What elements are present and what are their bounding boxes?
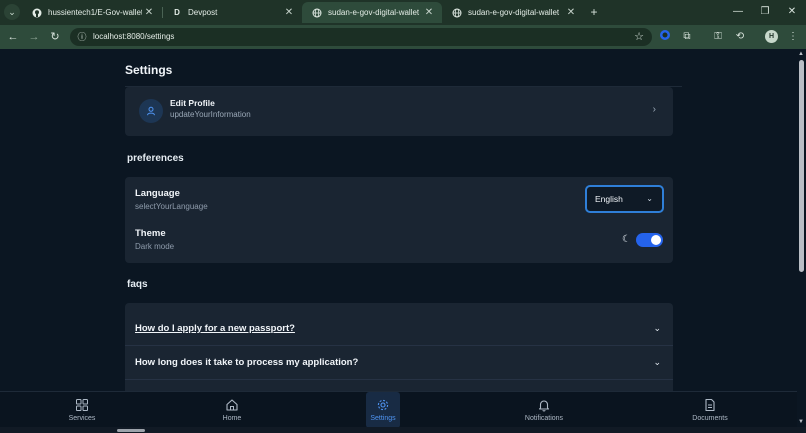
close-tab-icon[interactable]: ✕ [282,7,296,18]
tab-search-icon[interactable]: ⌄ [4,4,20,20]
scroll-down-icon[interactable]: ▼ [798,419,804,425]
document-icon [705,398,715,412]
nav-label: Home [222,415,242,422]
new-tab-button[interactable]: + [587,4,601,20]
home-icon [226,399,238,411]
horizontal-scrollbar-thumb[interactable] [117,429,145,432]
language-select[interactable]: English ⌄ [585,185,664,213]
edit-profile-card[interactable]: Edit Profile updateYourInformation › [125,87,673,136]
tab-wallet[interactable]: sudan-e-gov-digital-wallet ✕ [442,2,584,23]
extensions-puzzle-icon[interactable]: ⧉ [679,29,695,45]
faq-question: How long does it take to process my appl… [135,357,359,368]
scrollbar-thumb[interactable] [799,60,804,272]
nav-home[interactable]: Home [214,392,250,428]
user-icon [139,99,163,123]
tab-github[interactable]: hussientech1/E-Gov-wallet ✕ [22,2,162,23]
grid-icon [76,399,88,411]
faqs-heading: faqs [127,279,148,290]
extension-icon[interactable] [657,29,673,45]
bell-icon [538,400,550,412]
scroll-up-icon[interactable]: ▲ [798,51,804,57]
browser-tab-strip: ⌄ hussientech1/E-Gov-wallet ✕ D Devpost … [0,0,806,25]
theme-label: Theme [135,228,166,239]
browser-toolbar: ← → ↻ ⓘ localhost:8080/settings ☆ ⧉ ⚿ ⟲ … [0,25,806,49]
globe-icon [452,8,462,18]
url-text[interactable]: localhost:8080/settings [93,28,174,46]
preferences-card: Language selectYourLanguage English ⌄ Th… [125,177,673,263]
close-window-icon[interactable]: ✕ [784,4,800,20]
chevron-right-icon: › [652,104,656,115]
restore-icon[interactable]: ❐ [757,4,773,20]
bookmark-star-icon[interactable]: ☆ [634,30,644,43]
github-icon [32,8,42,18]
nav-notifications[interactable]: Notifications [519,392,569,428]
edit-profile-subtitle: updateYourInformation [170,110,251,119]
minimize-icon[interactable]: — [730,4,746,20]
faqs-card: How do I apply for a new passport? ⌄ How… [125,303,673,391]
tab-title: sudan-e-gov-digital-wallet [328,8,420,17]
nav-label: Documents [692,415,728,422]
close-tab-icon[interactable]: ✕ [564,7,578,18]
toggle-knob [651,235,661,245]
chevron-down-icon: ⌄ [653,323,661,333]
faq-item[interactable]: How do I apply for a new passport? ⌄ [125,313,673,346]
reload-icon[interactable]: ↻ [47,29,63,45]
devpost-icon: D [174,8,180,17]
chevron-down-icon: ⌄ [653,357,661,367]
page-title: Settings [125,63,173,77]
history-icon[interactable]: ⟲ [732,29,748,45]
moon-icon: ☾ [622,234,631,245]
faq-question: How do I apply for a new passport? [135,323,295,334]
bottom-navigation: Services Home Settings Notifications Doc… [0,391,797,428]
close-tab-icon[interactable]: ✕ [142,7,156,18]
tab-title: sudan-e-gov-digital-wallet [468,8,560,17]
edit-profile-title: Edit Profile [170,98,215,108]
nav-services[interactable]: Services [62,392,102,428]
more-menu-icon[interactable]: ⋮ [785,29,801,45]
globe-icon [312,8,322,18]
nav-label: Settings [370,415,396,422]
profile-avatar[interactable]: H [765,30,778,43]
nav-label: Notifications [524,415,564,422]
language-select-value: English [595,194,623,204]
dark-mode-toggle[interactable] [636,233,663,247]
theme-subtitle: Dark mode [135,242,175,251]
gear-icon [377,399,389,411]
chevron-down-icon: ⌄ [646,194,653,203]
language-label: Language [135,188,180,199]
nav-settings[interactable]: Settings [366,392,400,428]
settings-page: Settings Edit Profile updateYourInformat… [0,49,797,391]
tab-title: Devpost [188,8,218,17]
close-tab-icon[interactable]: ✕ [422,7,436,18]
preferences-heading: preferences [127,153,184,164]
site-info-icon[interactable]: ⓘ [76,31,88,43]
tab-devpost[interactable]: D Devpost ✕ [162,2,302,23]
password-key-icon[interactable]: ⚿ [710,29,726,45]
tab-title: hussientech1/E-Gov-wallet [48,8,142,17]
faq-item[interactable]: How long does it take to process my appl… [125,347,673,380]
nav-documents[interactable]: Documents [688,392,732,428]
address-bar[interactable]: ⓘ localhost:8080/settings ☆ [70,28,652,46]
language-subtitle: selectYourLanguage [135,202,208,211]
nav-label: Services [68,415,96,422]
back-icon[interactable]: ← [5,29,21,45]
forward-icon[interactable]: → [26,29,42,45]
tab-wallet-active[interactable]: sudan-e-gov-digital-wallet ✕ [302,2,442,23]
